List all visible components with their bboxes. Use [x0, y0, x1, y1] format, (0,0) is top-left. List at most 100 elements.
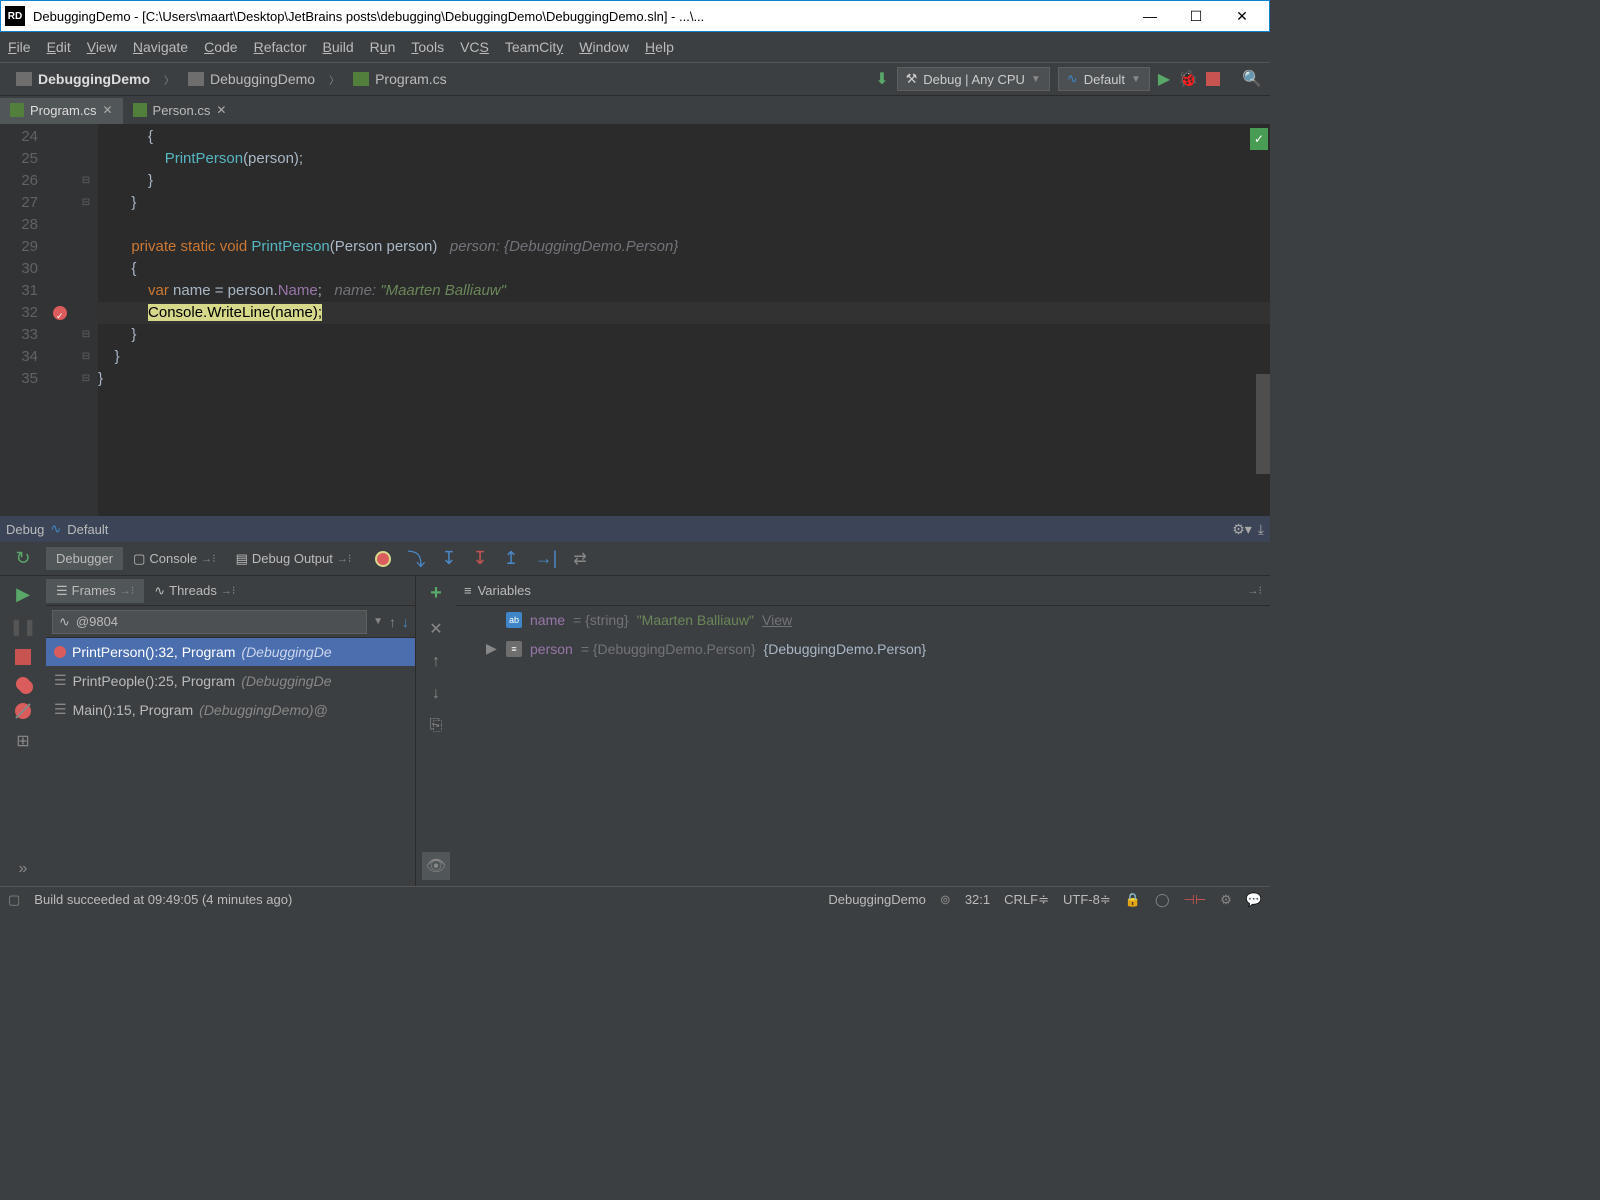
- code-editor[interactable]: 242526272829303132333435 ⊟⊟⊟⊟⊟ ✓ { Print…: [0, 124, 1270, 516]
- csharp-file-icon: [10, 103, 24, 117]
- inspection-widget[interactable]: ◯: [1155, 892, 1170, 908]
- force-step-into-button[interactable]: ↧: [472, 548, 487, 569]
- caret-position[interactable]: 32:1: [965, 892, 990, 907]
- frames-tab[interactable]: ☰Frames→⁝: [46, 579, 144, 603]
- add-watch-button[interactable]: +: [430, 582, 442, 605]
- lock-icon[interactable]: 🔒: [1125, 892, 1141, 908]
- line-numbers: 242526272829303132333435: [0, 124, 46, 516]
- debug-tabs: ↻ Debugger ▢Console→⁝ ▤Debug Output→⁝ ⤵ …: [0, 542, 1270, 576]
- tab-person-cs[interactable]: Person.cs✕: [123, 98, 237, 124]
- down-button[interactable]: ↓: [432, 685, 440, 703]
- stack-frame[interactable]: PrintPerson():32, Program (DebuggingDe: [46, 638, 415, 666]
- menu-vcs[interactable]: VCS: [460, 39, 489, 55]
- console-icon: ▢: [133, 551, 145, 567]
- menu-view[interactable]: View: [87, 39, 117, 55]
- variables-title: Variables: [478, 583, 531, 598]
- menu-window[interactable]: Window: [579, 39, 629, 55]
- hide-icon[interactable]: ⤓: [1258, 521, 1264, 538]
- fold-gutter[interactable]: ⊟⊟⊟⊟⊟: [74, 124, 98, 516]
- profile-combo[interactable]: ∿Default▼: [1058, 67, 1150, 91]
- console-tab[interactable]: ▢Console→⁝: [123, 547, 226, 571]
- notifications-icon[interactable]: 💬: [1246, 892, 1262, 908]
- stack-frame[interactable]: ☰Main():15, Program (DebuggingDemo)@: [46, 695, 415, 724]
- target-icon[interactable]: ⊚: [940, 892, 951, 908]
- minimize-button[interactable]: —: [1127, 1, 1173, 31]
- layout-button[interactable]: ⊞: [16, 731, 29, 751]
- breadcrumb-module[interactable]: DebuggingDemo: [180, 69, 323, 89]
- show-execution-point-button[interactable]: [375, 551, 391, 567]
- resume-button[interactable]: ▶: [16, 584, 30, 605]
- variables-toolbar: + ✕ ↑ ↓ ⎘ 👁: [416, 576, 456, 886]
- step-into-button[interactable]: ↧: [441, 548, 456, 569]
- stop-button[interactable]: [1206, 72, 1220, 86]
- menu-teamcity[interactable]: TeamCity: [505, 39, 563, 55]
- pin-icon[interactable]: →⁝: [201, 552, 216, 565]
- menu-file[interactable]: File: [8, 39, 31, 55]
- project-context[interactable]: DebuggingDemo: [828, 892, 926, 907]
- build-status: Build succeeded at 09:49:05 (4 minutes a…: [34, 892, 292, 907]
- view-link[interactable]: View: [762, 612, 792, 628]
- mute-breakpoints-button[interactable]: [15, 703, 31, 719]
- threads-icon: ∿: [154, 583, 165, 599]
- copy-button[interactable]: ⎘: [430, 717, 443, 735]
- menu-build[interactable]: Build: [323, 39, 354, 55]
- menu-code[interactable]: Code: [204, 39, 237, 55]
- inspection-ok-icon[interactable]: ✓: [1250, 128, 1268, 150]
- maximize-button[interactable]: ☐: [1173, 1, 1219, 31]
- menu-navigate[interactable]: Navigate: [133, 39, 188, 55]
- stack-frame[interactable]: ☰PrintPeople():25, Program (DebuggingDe: [46, 666, 415, 695]
- menu-edit[interactable]: Edit: [47, 39, 71, 55]
- menu-help[interactable]: Help: [645, 39, 674, 55]
- thread-selector[interactable]: ∿@9804: [52, 610, 367, 634]
- remove-watch-button[interactable]: ✕: [429, 619, 442, 639]
- close-icon[interactable]: ✕: [102, 103, 112, 117]
- step-out-button[interactable]: ↥: [504, 548, 519, 569]
- menu-run[interactable]: Run: [370, 39, 396, 55]
- next-frame-button[interactable]: ↓: [402, 614, 409, 630]
- stop-button[interactable]: [15, 649, 31, 665]
- pause-button[interactable]: ❚❚: [10, 617, 37, 637]
- pin-icon[interactable]: →⁝: [1248, 584, 1263, 597]
- close-icon[interactable]: ✕: [216, 103, 226, 117]
- frames-icon: ☰: [56, 583, 68, 599]
- frame-list: PrintPerson():32, Program (DebuggingDe☰P…: [46, 638, 415, 886]
- view-breakpoints-button[interactable]: [16, 677, 30, 691]
- run-config-combo[interactable]: ⚒Debug | Any CPU▼: [897, 67, 1050, 91]
- breadcrumb-file[interactable]: Program.cs: [345, 69, 455, 89]
- tab-program-cs[interactable]: Program.cs✕: [0, 98, 123, 124]
- code-area[interactable]: ✓ { PrintPerson(person); } } private sta…: [98, 124, 1270, 516]
- breakpoint-gutter[interactable]: [46, 124, 74, 516]
- menu-refactor[interactable]: Refactor: [254, 39, 307, 55]
- menu-tools[interactable]: Tools: [411, 39, 444, 55]
- up-button[interactable]: ↑: [432, 653, 440, 671]
- show-watches-button[interactable]: 👁: [422, 852, 450, 880]
- line-separator[interactable]: CRLF≑: [1004, 892, 1049, 908]
- memory-icon[interactable]: ⚙: [1220, 892, 1232, 908]
- rerun-button[interactable]: ↻: [15, 548, 30, 569]
- prev-frame-button[interactable]: ↑: [389, 614, 396, 630]
- scrollbar[interactable]: [1256, 374, 1270, 474]
- breadcrumb-project[interactable]: DebuggingDemo: [8, 69, 158, 89]
- pin-icon[interactable]: →⁝: [337, 552, 352, 565]
- threads-tab[interactable]: ∿Threads→⁝: [144, 579, 245, 603]
- settings-icon[interactable]: ⚙▾: [1232, 521, 1252, 538]
- chevron-down-icon[interactable]: ▼: [373, 616, 383, 627]
- run-to-cursor-button[interactable]: →|: [535, 548, 558, 569]
- step-over-button[interactable]: ⤵: [407, 546, 425, 572]
- debug-body: ▶ ❚❚ ⊞ » ☰Frames→⁝ ∿Threads→⁝ ∿@9804 ▼ ↑…: [0, 576, 1270, 886]
- variable-row[interactable]: ▶≡person= {DebuggingDemo.Person} {Debugg…: [456, 634, 1270, 663]
- more-button[interactable]: »: [19, 860, 28, 878]
- run-button[interactable]: ▶: [1158, 69, 1170, 89]
- close-button[interactable]: ✕: [1219, 1, 1265, 31]
- search-icon[interactable]: 🔍: [1242, 69, 1262, 89]
- build-icon[interactable]: ⬇: [875, 69, 888, 89]
- debugger-tab[interactable]: Debugger: [46, 547, 123, 570]
- debug-output-tab[interactable]: ▤Debug Output→⁝: [226, 547, 362, 571]
- error-stripe-icon[interactable]: ⊣⊢: [1184, 892, 1207, 908]
- file-encoding[interactable]: UTF-8≑: [1063, 892, 1111, 908]
- evaluate-button[interactable]: ⇄: [573, 549, 586, 569]
- csharp-file-icon: [133, 103, 147, 117]
- status-icon[interactable]: ▢: [8, 892, 20, 908]
- variable-row[interactable]: abname= {string} "Maarten Balliauw" View: [456, 606, 1270, 634]
- debug-button[interactable]: 🐞: [1178, 69, 1198, 89]
